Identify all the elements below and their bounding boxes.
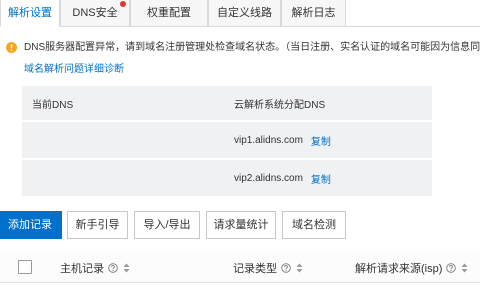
notification-dot-icon <box>120 1 126 7</box>
column-label: 解析请求来源(isp) <box>355 262 443 275</box>
tab-bar: 解析设置 DNS安全 权重配置 自定义线路 解析日志 <box>0 0 480 27</box>
assigned-dns-value: vip1.alidns.com <box>234 134 303 146</box>
dns-table-row: vip1.alidns.com 复制 <box>22 120 432 158</box>
help-icon[interactable] <box>281 262 291 273</box>
column-host-record[interactable]: 主机记录 <box>60 252 130 283</box>
tab-label: 解析日志 <box>291 7 336 19</box>
dns-warning-message: DNS服务器配置异常，请到域名注册管理处检查域名状态。（当日注册、实名认证的域名… <box>24 42 480 53</box>
tab-dns-settings[interactable]: 解析设置 <box>0 0 60 27</box>
add-record-button[interactable]: 添加记录 <box>0 211 62 239</box>
tab-label: 权重配置 <box>147 7 191 19</box>
assigned-dns-cell: vip2.alidns.com 复制 <box>234 160 331 196</box>
dns-table-row: vip2.alidns.com 复制 <box>22 158 432 196</box>
tab-dns-security[interactable]: DNS安全 <box>60 0 130 27</box>
request-stats-button[interactable]: 请求量统计 <box>206 211 276 239</box>
warning-icon <box>6 42 17 53</box>
tab-label: 解析设置 <box>8 7 52 19</box>
help-icon[interactable] <box>446 262 457 273</box>
tab-dns-logs[interactable]: 解析日志 <box>281 0 346 27</box>
tab-label: DNS安全 <box>72 7 118 19</box>
table-row <box>0 284 480 300</box>
column-record-type[interactable]: 记录类型 <box>233 252 303 283</box>
column-label: 记录类型 <box>233 262 277 275</box>
sort-icon[interactable] <box>461 263 468 273</box>
assigned-dns-cell: vip1.alidns.com 复制 <box>234 122 331 158</box>
tab-label: 自定义线路 <box>217 7 272 19</box>
tab-weight-config[interactable]: 权重配置 <box>130 0 208 27</box>
import-export-button[interactable]: 导入/导出 <box>134 211 200 239</box>
select-all-checkbox[interactable] <box>18 260 32 274</box>
current-dns-header: 当前DNS <box>32 99 74 111</box>
assigned-dns-header: 云解析系统分配DNS <box>234 99 326 111</box>
copy-dns-link[interactable]: 复制 <box>311 171 331 186</box>
records-table-header: 主机记录 记录类型 解析请求来源(isp) <box>0 252 480 283</box>
dns-server-panel: 当前DNS 云解析系统分配DNS vip1.alidns.com 复制 vip2… <box>22 86 432 196</box>
help-icon[interactable] <box>108 262 118 273</box>
column-request-source-isp[interactable]: 解析请求来源(isp) <box>355 252 468 283</box>
dns-diagnosis-link[interactable]: 域名解析问题详细诊断 <box>24 63 124 77</box>
domain-check-button[interactable]: 域名检测 <box>282 211 346 239</box>
copy-dns-link[interactable]: 复制 <box>311 133 331 148</box>
sort-icon[interactable] <box>123 263 130 273</box>
assigned-dns-value: vip2.alidns.com <box>234 172 303 184</box>
sort-icon[interactable] <box>296 263 303 273</box>
beginner-guide-button[interactable]: 新手引导 <box>67 211 128 239</box>
dns-table-header: 当前DNS 云解析系统分配DNS <box>22 86 432 120</box>
tab-custom-lines[interactable]: 自定义线路 <box>208 0 281 27</box>
column-label: 主机记录 <box>60 262 104 275</box>
